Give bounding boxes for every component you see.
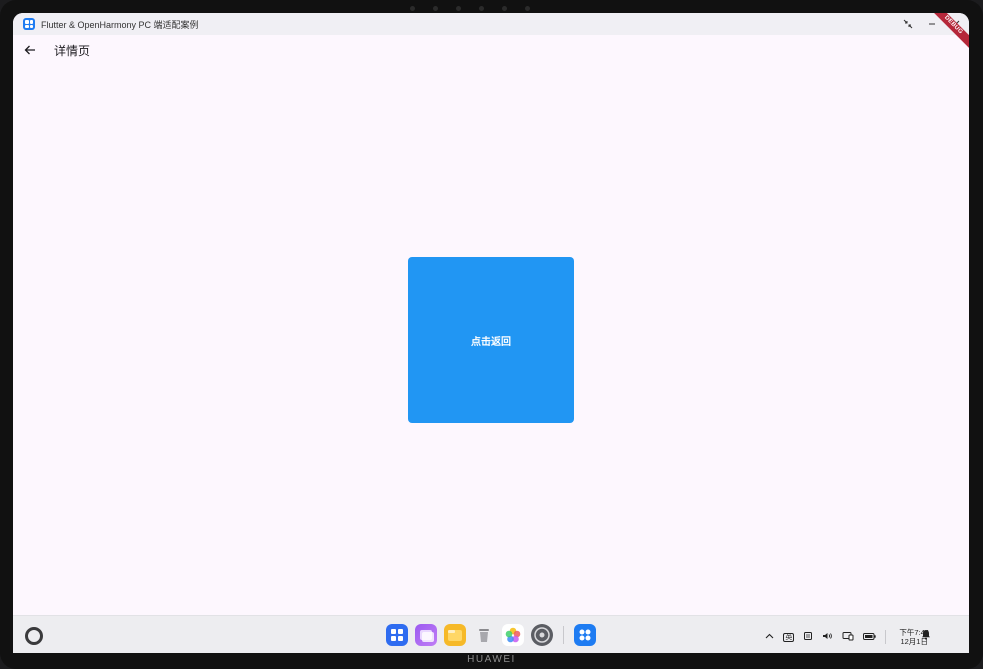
app-icon xyxy=(23,18,35,30)
battery-icon[interactable] xyxy=(863,632,877,643)
display-icon[interactable] xyxy=(842,631,854,643)
system-tray: 英 下午7:44 12月1日 xyxy=(765,628,929,646)
window-titlebar: Flutter & OpenHarmony PC 端适配案例 xyxy=(13,13,969,35)
tray-divider xyxy=(885,630,887,644)
ime-icon[interactable]: 英 xyxy=(783,632,795,642)
dock-separator xyxy=(563,626,564,644)
app-bar: 详情页 xyxy=(13,35,969,65)
back-button-box[interactable]: 点击返回 xyxy=(408,257,574,423)
dock xyxy=(386,624,596,646)
screen: Flutter & OpenHarmony PC 端适配案例 详情页 DEBUG xyxy=(13,13,969,653)
arrow-left-icon[interactable] xyxy=(22,42,38,58)
multi-window-icon[interactable] xyxy=(415,624,437,646)
flutter-app-icon[interactable] xyxy=(574,624,596,646)
volume-icon[interactable] xyxy=(822,631,833,643)
compress-icon[interactable] xyxy=(903,19,913,29)
device-bezel: Flutter & OpenHarmony PC 端适配案例 详情页 DEBUG xyxy=(0,0,983,669)
window-title: Flutter & OpenHarmony PC 端适配案例 xyxy=(41,19,199,30)
taskbar: 英 下午7:44 12月1日 xyxy=(13,615,969,653)
app-center-icon[interactable] xyxy=(386,624,408,646)
bell-icon[interactable] xyxy=(921,629,931,643)
page-title: 详情页 xyxy=(54,43,91,58)
start-icon[interactable] xyxy=(25,627,43,645)
back-button-label: 点击返回 xyxy=(471,336,511,348)
minimize-icon[interactable] xyxy=(927,19,937,29)
chevron-up-icon[interactable] xyxy=(765,632,774,643)
files-icon[interactable] xyxy=(444,624,466,646)
trash-icon[interactable] xyxy=(473,624,495,646)
gallery-icon[interactable] xyxy=(502,624,524,646)
camera-bar xyxy=(405,3,535,13)
device-brand: HUAWEI xyxy=(467,654,516,665)
clipboard-icon[interactable] xyxy=(803,631,813,643)
settings-icon[interactable] xyxy=(531,624,553,646)
